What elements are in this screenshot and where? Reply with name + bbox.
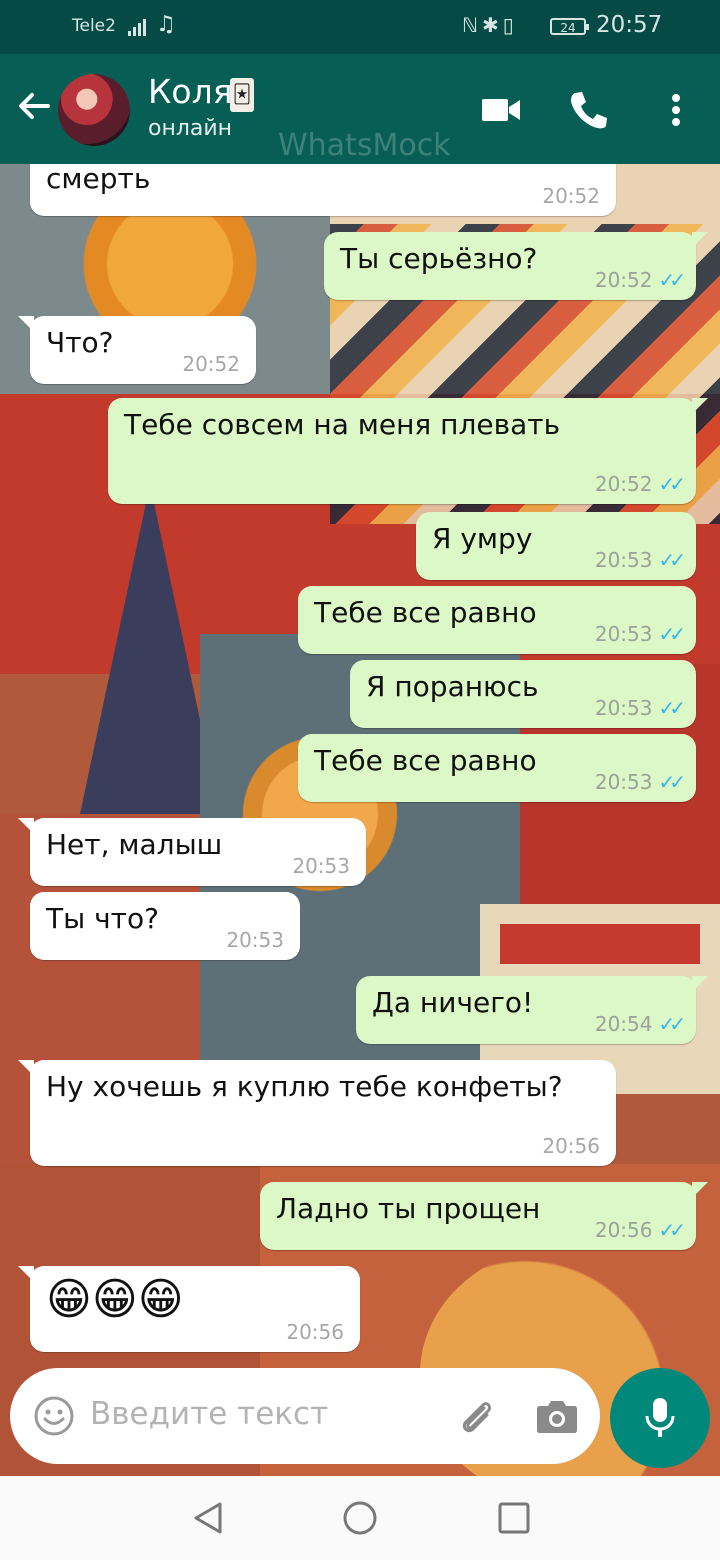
message-input-bar[interactable]: Введите текст: [10, 1368, 600, 1464]
message-time: 20:53 ✓✓: [594, 696, 686, 720]
message-incoming[interactable]: Ну хочешь я куплю тебе конфеты? 20:56: [18, 1060, 616, 1166]
time-text: 20:53: [594, 548, 653, 572]
message-time: 20:56 ✓✓: [594, 1218, 686, 1242]
contact-name[interactable]: Коля: [148, 72, 233, 111]
message-time: 20:53: [226, 928, 284, 952]
time-text: 20:54: [594, 1012, 653, 1036]
status-clock: 20:57: [596, 12, 663, 38]
battery-icon: 24: [550, 18, 589, 35]
message-outgoing[interactable]: Я умру 20:53 ✓✓: [416, 512, 696, 580]
watermark: WhatsMock: [278, 128, 451, 163]
message-text: смерть: [46, 164, 151, 195]
read-ticks-icon: ✓✓: [658, 1218, 685, 1242]
nav-back-icon[interactable]: [190, 1500, 226, 1536]
message-outgoing[interactable]: Ладно ты прощен 20:56 ✓✓: [260, 1182, 708, 1250]
message-outgoing[interactable]: Я поранюсь 20:53 ✓✓: [350, 660, 696, 728]
time-text: 20:53: [594, 622, 653, 646]
read-ticks-icon: ✓✓: [658, 622, 685, 646]
video-call-icon[interactable]: [480, 88, 524, 132]
nav-recent-apps-icon[interactable]: [496, 1500, 532, 1536]
nfc-bluetooth-vibrate-icons: ℕ✱▯: [462, 13, 518, 37]
read-ticks-icon: ✓✓: [658, 548, 685, 572]
contact-avatar[interactable]: [58, 74, 130, 146]
time-text: 20:53: [594, 770, 653, 794]
message-time: 20:53 ✓✓: [594, 548, 686, 572]
message-outgoing[interactable]: Тебе совсем на меня плевать 20:52 ✓✓: [108, 398, 708, 504]
message-text: Тебе совсем на меня плевать: [124, 408, 561, 441]
time-text: 20:56: [542, 1134, 600, 1158]
time-text: 20:53: [594, 696, 653, 720]
phone-call-icon[interactable]: [566, 88, 610, 132]
message-time: 20:56: [286, 1320, 344, 1344]
message-time: 20:52 ✓✓: [594, 472, 686, 496]
read-ticks-icon: ✓✓: [658, 1012, 685, 1036]
time-text: 20:56: [594, 1218, 653, 1242]
message-outgoing[interactable]: Ты серьёзно? 20:52 ✓✓: [324, 232, 708, 300]
message-outgoing[interactable]: Тебе все равно 20:53 ✓✓: [298, 586, 696, 654]
time-text: 20:56: [286, 1320, 344, 1344]
message-incoming[interactable]: 😁😁😁 20:56: [18, 1266, 360, 1352]
joker-card-emoji: 🃏: [230, 78, 254, 112]
message-time: 20:53: [292, 854, 350, 878]
chat-area[interactable]: смерть 20:52 Ты серьёзно? 20:52 ✓✓ Что? 2…: [0, 164, 720, 1476]
time-text: 20:52: [594, 268, 653, 292]
message-time: 20:56: [542, 1134, 600, 1158]
message-outgoing[interactable]: Да ничего! 20:54 ✓✓: [356, 976, 708, 1044]
message-text: Ну хочешь я куплю тебе конфеты?: [46, 1070, 563, 1103]
camera-icon[interactable]: [534, 1394, 580, 1438]
message-incoming[interactable]: Ты что? 20:53: [30, 892, 300, 960]
back-arrow-icon[interactable]: [14, 86, 54, 126]
message-incoming[interactable]: Нет, малыш 20:53: [18, 818, 366, 886]
carrier-name: Tele2: [72, 16, 116, 36]
system-navigation-bar: [0, 1476, 720, 1560]
message-time: 20:52: [542, 184, 600, 208]
message-time: 20:53 ✓✓: [594, 770, 686, 794]
read-ticks-icon: ✓✓: [658, 696, 685, 720]
read-ticks-icon: ✓✓: [658, 472, 685, 496]
status-bar: Tele2 ♫ ℕ✱▯ 24 20:57: [0, 0, 720, 54]
microphone-icon: [645, 1398, 675, 1437]
read-ticks-icon: ✓✓: [658, 268, 685, 292]
time-text: 20:53: [292, 854, 350, 878]
message-incoming[interactable]: Что? 20:52: [18, 316, 256, 384]
message-outgoing[interactable]: Тебе все равно 20:53 ✓✓: [298, 734, 696, 802]
signal-icon: [128, 16, 150, 36]
more-menu-icon[interactable]: [656, 88, 700, 132]
emoji-message-text: 😁😁😁: [46, 1274, 184, 1325]
time-text: 20:52: [542, 184, 600, 208]
message-time: 20:52: [182, 352, 240, 376]
contact-status: онлайн: [148, 116, 233, 141]
nav-home-icon[interactable]: [342, 1500, 378, 1536]
emoji-icon[interactable]: [32, 1394, 76, 1438]
message-time: 20:53 ✓✓: [594, 622, 686, 646]
message-input[interactable]: Введите текст: [90, 1396, 328, 1432]
message-time: 20:54 ✓✓: [594, 1012, 686, 1036]
read-ticks-icon: ✓✓: [658, 770, 685, 794]
music-note-icon: ♫: [156, 12, 176, 37]
message-time: 20:52 ✓✓: [594, 268, 686, 292]
time-text: 20:52: [594, 472, 653, 496]
time-text: 20:53: [226, 928, 284, 952]
voice-record-button[interactable]: [610, 1368, 710, 1468]
chat-header: Коля 🃏 онлайн WhatsMock: [0, 54, 720, 164]
time-text: 20:52: [182, 352, 240, 376]
wallpaper-poster-text: [500, 924, 700, 964]
attach-paperclip-icon[interactable]: [454, 1394, 498, 1438]
message-incoming[interactable]: смерть 20:52: [30, 164, 616, 216]
